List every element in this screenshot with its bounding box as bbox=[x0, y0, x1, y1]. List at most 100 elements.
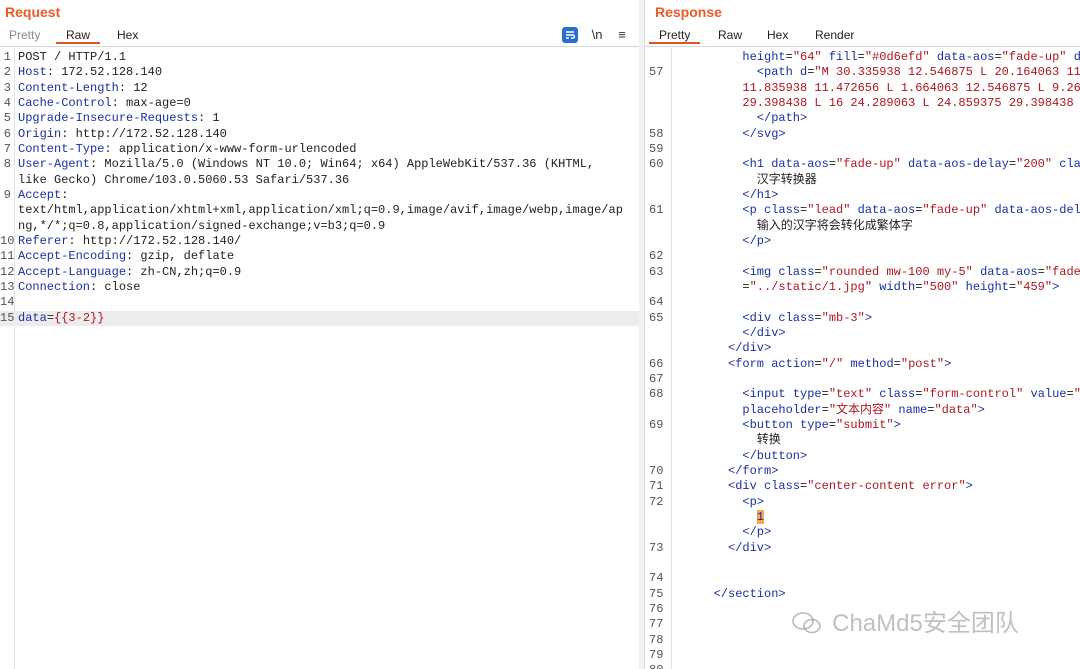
code-line[interactable]: 75 </section> bbox=[645, 587, 1080, 602]
line-text: </p> bbox=[742, 234, 771, 249]
code-token: action bbox=[771, 356, 815, 371]
tab-pretty[interactable]: Pretty bbox=[649, 28, 701, 44]
code-line[interactable]: 60 <h1 data-aos="fade-up" data-aos-delay=… bbox=[645, 157, 1080, 172]
code-line[interactable]: 59 bbox=[645, 142, 1080, 157]
code-line[interactable]: 69 <button type="submit"> bbox=[645, 418, 1080, 433]
code-line[interactable]: 转换 bbox=[645, 433, 1080, 448]
tab-raw[interactable]: Raw bbox=[718, 28, 742, 42]
code-line[interactable]: 1 POST / HTTP/1.1 bbox=[0, 50, 639, 65]
code-line[interactable]: </div> bbox=[645, 326, 1080, 341]
code-line[interactable]: 8 User-Agent: Mozilla/5.0 (Windows NT 10.… bbox=[0, 157, 639, 172]
code-line[interactable]: </p> bbox=[645, 525, 1080, 540]
code-line[interactable]: 13 Connection: close bbox=[0, 280, 639, 295]
line-text: </div> bbox=[742, 326, 785, 341]
code-line[interactable]: </p> bbox=[645, 234, 1080, 249]
code-line[interactable]: </div> bbox=[645, 341, 1080, 356]
line-number: 79 bbox=[649, 647, 664, 662]
code-line[interactable]: height="64" fill="#0d6efd" data-aos="fad… bbox=[645, 50, 1080, 65]
code-token: value bbox=[1030, 387, 1067, 402]
code-line[interactable]: 9 Accept: bbox=[0, 188, 639, 203]
code-token: = bbox=[821, 402, 829, 417]
line-text: Origin: http://172.52.128.140 bbox=[18, 127, 227, 142]
line-text: <input type="text" class="form-control" … bbox=[742, 387, 1080, 402]
line-number: 6 bbox=[3, 126, 11, 141]
code-line[interactable]: 7 Content-Type: application/x-www-form-ur… bbox=[0, 142, 639, 157]
code-line[interactable]: 70 </form> bbox=[645, 464, 1080, 479]
line-text: </path> bbox=[757, 111, 807, 126]
code-line[interactable]: 74 bbox=[645, 571, 1080, 586]
code-line[interactable]: </button> bbox=[645, 449, 1080, 464]
code-token: "fade-up" bbox=[836, 157, 901, 172]
code-token: : gzip, deflate bbox=[126, 249, 235, 264]
code-line[interactable]: 66 <form action="/" method="post"> bbox=[645, 357, 1080, 372]
tab-render[interactable]: Render bbox=[815, 28, 854, 42]
code-token: > bbox=[965, 479, 973, 494]
response-editor[interactable]: height="64" fill="#0d6efd" data-aos="fad… bbox=[645, 48, 1080, 669]
code-line[interactable]: 62 bbox=[645, 249, 1080, 264]
code-line[interactable]: placeholder="文本内容" name="data"> bbox=[645, 403, 1080, 418]
code-line[interactable]: 输入的汉字将会转化成繁体字 bbox=[645, 219, 1080, 234]
code-line[interactable]: 15 data={{3-2}} bbox=[0, 310, 639, 326]
code-line[interactable]: 5 Upgrade-Insecure-Requests: 1 bbox=[0, 111, 639, 126]
code-line[interactable]: 汉字转换器 bbox=[645, 173, 1080, 188]
code-line[interactable]: 68 <input type="text" class="form-control… bbox=[645, 387, 1080, 402]
code-token: height bbox=[965, 279, 1009, 294]
line-text: placeholder="文本内容" name="data"> bbox=[742, 403, 984, 418]
code-line[interactable]: 4 Cache-Control: max-age=0 bbox=[0, 96, 639, 111]
code-line[interactable]: 65 <div class="mb-3"> bbox=[645, 311, 1080, 326]
menu-icon[interactable]: ≡ bbox=[615, 26, 629, 44]
code-line[interactable]: ="../static/1.jpg" width="500" height="4… bbox=[645, 280, 1080, 295]
line-text: text/html,application/xhtml+xml,applicat… bbox=[18, 203, 623, 218]
code-line[interactable]: 11.835938 11.472656 L 1.664063 12.546875… bbox=[645, 81, 1080, 96]
code-token: : http://172.52.128.140 bbox=[61, 126, 227, 141]
code-line[interactable]: 79 bbox=[645, 648, 1080, 663]
code-line[interactable]: 67 bbox=[645, 372, 1080, 387]
code-token: <h1 bbox=[742, 157, 772, 172]
code-line[interactable]: ng,*/*;q=0.8,application/signed-exchange… bbox=[0, 219, 639, 234]
wrap-lines-icon[interactable] bbox=[562, 27, 578, 43]
request-tabs: Pretty Raw Hex bbox=[0, 26, 639, 47]
code-line[interactable]: like Gecko) Chrome/103.0.5060.53 Safari/… bbox=[0, 173, 639, 188]
tab-hex[interactable]: Hex bbox=[767, 28, 788, 42]
code-line[interactable]: 58 </svg> bbox=[645, 127, 1080, 142]
code-line[interactable] bbox=[645, 556, 1080, 571]
code-line[interactable]: 73 </div> bbox=[645, 541, 1080, 556]
code-token: </div> bbox=[728, 540, 772, 555]
code-line[interactable]: 11 Accept-Encoding: gzip, deflate bbox=[0, 249, 639, 264]
request-editor[interactable]: 1 POST / HTTP/1.1 2 Host: 172.52.128.140 3 Co… bbox=[0, 48, 639, 669]
code-line[interactable]: 14 bbox=[0, 295, 639, 310]
response-pane: Response Pretty Raw Hex Render height="6… bbox=[644, 0, 1080, 669]
code-line[interactable]: 29.398438 L 16 24.289063 L 24.859375 29.… bbox=[645, 96, 1080, 111]
code-line[interactable]: 2 Host: 172.52.128.140 bbox=[0, 65, 639, 80]
code-line[interactable]: 63 <img class="rounded mw-100 my-5" data-… bbox=[645, 265, 1080, 280]
newline-toggle[interactable]: \n bbox=[589, 26, 605, 44]
code-line[interactable]: </h1> bbox=[645, 188, 1080, 203]
code-token: > bbox=[864, 310, 873, 325]
code-line[interactable]: 80 bbox=[645, 663, 1080, 669]
code-token: "台湾 bbox=[1074, 387, 1080, 401]
code-token: "mb-3" bbox=[821, 310, 865, 325]
line-number: 68 bbox=[649, 387, 664, 402]
code-line[interactable]: </path> bbox=[645, 111, 1080, 126]
code-line[interactable]: 57 <path d="M 30.335938 12.546875 L 20.16… bbox=[645, 65, 1080, 80]
code-token: : max-age=0 bbox=[111, 95, 191, 110]
tab-raw[interactable]: Raw bbox=[56, 28, 101, 44]
code-line[interactable]: 10 Referer: http://172.52.128.140/ bbox=[0, 234, 639, 249]
code-line[interactable]: 64 bbox=[645, 295, 1080, 310]
code-line[interactable]: 12 Accept-Language: zh-CN,zh;q=0.9 bbox=[0, 265, 639, 280]
line-text: <p class="lead" data-aos="fade-up" data-… bbox=[742, 203, 1080, 218]
tab-hex[interactable]: Hex bbox=[117, 28, 138, 42]
tab-pretty[interactable]: Pretty bbox=[9, 28, 40, 42]
code-line[interactable]: 72 <p> bbox=[645, 495, 1080, 510]
code-line[interactable]: 61 <p class="lead" data-aos="fade-up" dat… bbox=[645, 203, 1080, 218]
code-token: = bbox=[1008, 157, 1017, 172]
code-line[interactable]: 71 <div class="center-content error"> bbox=[645, 479, 1080, 494]
code-line[interactable]: 1 bbox=[645, 509, 1080, 525]
code-line[interactable]: 6 Origin: http://172.52.128.140 bbox=[0, 127, 639, 142]
code-line[interactable]: text/html,application/xhtml+xml,applicat… bbox=[0, 203, 639, 218]
code-token: width bbox=[879, 279, 916, 294]
line-number: 57 bbox=[649, 65, 664, 80]
code-line[interactable]: 3 Content-Length: 12 bbox=[0, 81, 639, 96]
line-number: 13 bbox=[0, 279, 15, 294]
